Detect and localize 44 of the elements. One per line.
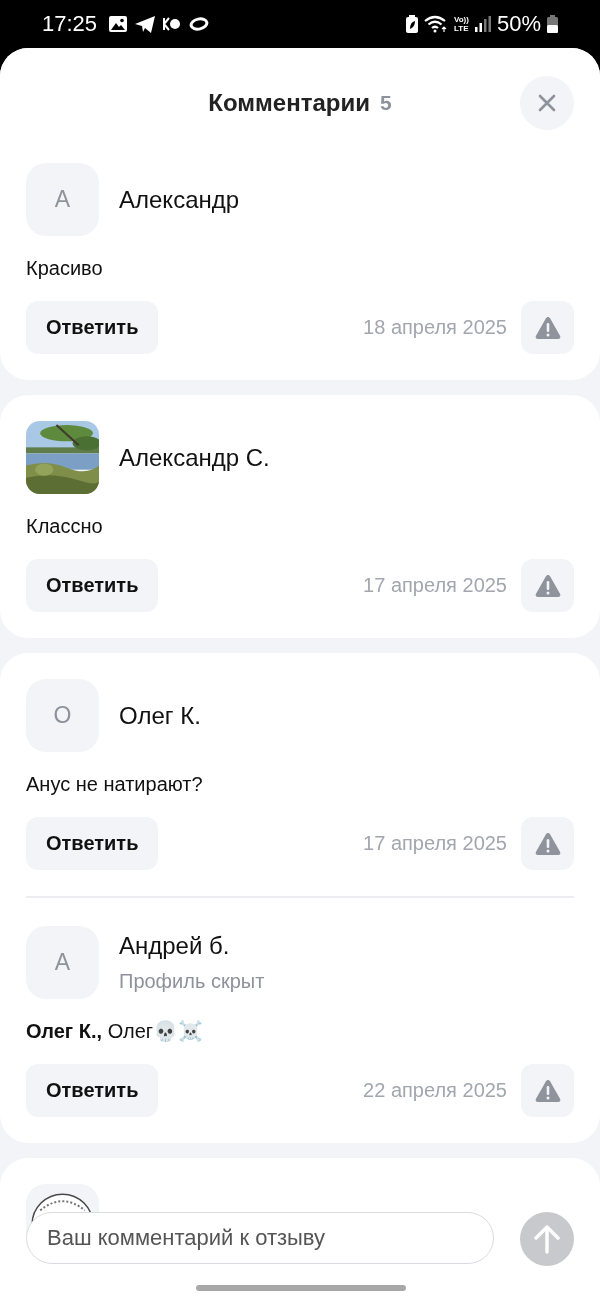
signal-icon xyxy=(474,16,491,32)
report-button[interactable] xyxy=(521,301,574,354)
report-button[interactable] xyxy=(521,1064,574,1117)
avatar: А xyxy=(26,926,99,999)
reply-button[interactable]: Ответить xyxy=(26,817,159,870)
author-name: Олег К. xyxy=(119,701,201,730)
close-icon xyxy=(538,94,556,112)
paper-plane-icon xyxy=(135,15,156,33)
comment-date: 17 апреля 2025 xyxy=(363,574,507,597)
wifi-icon xyxy=(424,15,448,33)
arrow-up-icon xyxy=(534,1224,560,1254)
author-name: Александр С. xyxy=(119,443,270,472)
reply-button[interactable]: Ответить xyxy=(26,301,159,354)
comment-date: 22 апреля 2025 xyxy=(363,1079,507,1102)
battery-icon xyxy=(547,15,558,33)
gallery-icon xyxy=(109,16,128,32)
comment-input[interactable]: Ваш комментарий к отзыву xyxy=(26,1212,494,1264)
battery-percent: 50% xyxy=(496,11,541,37)
warning-icon xyxy=(534,573,561,598)
warning-icon xyxy=(534,1078,561,1103)
author-name: Александр xyxy=(119,185,240,214)
comment-text: Олег К., Олег💀☠ xyxy=(26,1019,205,1044)
comment-text: Классно xyxy=(26,514,104,539)
comment-text: Анус не натирают? xyxy=(26,772,204,797)
comment-date: 18 апреля 2025 xyxy=(363,316,507,339)
ring-icon xyxy=(189,17,210,31)
avatar: А xyxy=(26,163,99,236)
reply-button[interactable]: Ответить xyxy=(26,559,159,612)
battery-saver-icon xyxy=(406,15,418,33)
author-name: Андрей б. xyxy=(119,932,231,960)
volte-label: Vo)) xyxy=(454,15,469,24)
comment-count: 5 xyxy=(379,91,392,115)
report-button[interactable] xyxy=(521,817,574,870)
warning-icon xyxy=(534,831,561,856)
status-time: 17:25 xyxy=(42,11,98,37)
comment-date: 17 апреля 2025 xyxy=(363,832,507,855)
comment-text: Красиво xyxy=(26,256,104,281)
lte-label: LTE xyxy=(454,24,469,33)
avatar: О xyxy=(26,679,99,752)
sheet-title: Комментарии xyxy=(208,89,370,117)
profile-status: Профиль скрыт xyxy=(119,970,265,993)
warning-icon xyxy=(534,315,561,340)
reply-button[interactable]: Ответить xyxy=(26,1064,159,1117)
report-button[interactable] xyxy=(521,559,574,612)
